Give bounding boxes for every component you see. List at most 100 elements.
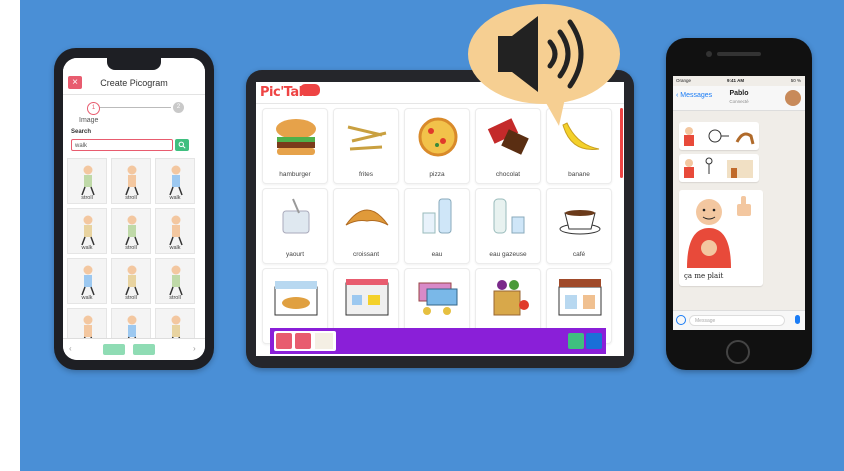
- delete-button[interactable]: [276, 333, 292, 349]
- pictogram-label: banane: [568, 171, 590, 178]
- coffee-icon: [559, 210, 601, 235]
- message-pictogram-3: ça me plait: [679, 190, 763, 286]
- message-composer: Message: [673, 310, 805, 330]
- footer-button-2[interactable]: [133, 344, 155, 355]
- speech-bubble: [468, 4, 620, 104]
- app-logo: Pic'Talk: [260, 85, 311, 100]
- picogram-label: stroll: [81, 195, 93, 201]
- step-1[interactable]: 1: [87, 102, 100, 115]
- picogram-cell[interactable]: stroll: [67, 158, 107, 204]
- pictogram-label: café: [572, 251, 586, 258]
- pictogram-label: eau: [431, 251, 443, 258]
- picogram-cell[interactable]: walk: [155, 158, 195, 204]
- message-input[interactable]: Message: [689, 315, 785, 326]
- copy-button[interactable]: [586, 333, 602, 349]
- scrollbar[interactable]: [620, 108, 623, 178]
- hamburger-icon: [276, 119, 316, 155]
- chocolate-icon: [487, 118, 529, 155]
- pictogram-card[interactable]: café: [546, 188, 612, 264]
- pictogram-card[interactable]: eau gazeuse: [475, 188, 541, 264]
- fries-thumbnail-icon: [315, 333, 333, 349]
- message-pictogram-2: [679, 154, 759, 182]
- footer-button-1[interactable]: [103, 344, 125, 355]
- battery: 50 %: [790, 78, 801, 83]
- bakery-icon: [274, 281, 318, 316]
- status-bar: Orange 9:41 AM 50 %: [673, 76, 805, 86]
- picogram-cell[interactable]: stroll: [111, 258, 151, 304]
- picogram-label: walk: [169, 245, 181, 251]
- left-phone: × Create Picogram 1 2 Image Search walk …: [54, 48, 214, 370]
- carrier: Orange: [676, 78, 692, 83]
- speaker-volume-icon: [498, 16, 584, 92]
- speak-button[interactable]: [568, 333, 584, 349]
- pictogram-card[interactable]: yaourt: [262, 188, 328, 264]
- picogram-label: stroll: [125, 245, 137, 251]
- camera-icon: [706, 51, 712, 57]
- pictogram-card[interactable]: pizza: [404, 108, 470, 184]
- picogram-cell[interactable]: walk: [67, 258, 107, 304]
- pictogram-card[interactable]: frites: [333, 108, 399, 184]
- bride-walk-icon: [169, 215, 183, 246]
- picogram-cell[interactable]: stroll: [155, 258, 195, 304]
- camera-button-icon[interactable]: [676, 315, 686, 325]
- fries-icon: [347, 125, 387, 151]
- shop-icon: [345, 279, 389, 316]
- croissant-icon: [345, 209, 389, 226]
- groceries-icon: [493, 280, 529, 316]
- search-label: Search: [71, 129, 92, 135]
- picogram-label: stroll: [125, 195, 137, 201]
- tablet: Pic'Talk hamburger frites pizza chocolat ban…: [246, 70, 634, 368]
- prev-arrow-icon[interactable]: ‹: [69, 344, 72, 353]
- wheelchair-stroll-icon: [125, 265, 139, 296]
- message-caption: ça me plait: [684, 272, 724, 280]
- step-label: Image: [79, 117, 99, 124]
- sparkling-water-icon: [493, 198, 525, 234]
- pictogram-card[interactable]: croissant: [333, 188, 399, 264]
- store-icon: [558, 279, 602, 316]
- water-icon: [422, 198, 452, 234]
- stepper-line: [95, 107, 171, 108]
- chat-header: ‹ Messages Pablo Connecté: [673, 86, 805, 111]
- messages-screen: Orange 9:41 AM 50 % ‹ Messages Pablo Con…: [673, 76, 805, 330]
- right-phone: Orange 9:41 AM 50 % ‹ Messages Pablo Con…: [666, 38, 812, 370]
- picogram-label: stroll: [169, 295, 181, 301]
- person-walking-blue-icon: [81, 215, 95, 246]
- home-button[interactable]: [726, 340, 750, 364]
- left-white-strip: [0, 0, 20, 471]
- phone-notch: [107, 58, 161, 70]
- search-button[interactable]: [175, 139, 189, 151]
- search-icon: [178, 141, 186, 149]
- pictogram-card[interactable]: eau: [404, 188, 470, 264]
- money-icon: [418, 282, 458, 315]
- picogram-footer: ‹ ›: [63, 338, 205, 360]
- picogram-label: walk: [81, 245, 93, 251]
- pictogram-label: croissant: [352, 251, 379, 258]
- shop-stroll-icon: [169, 265, 183, 296]
- picogram-cell[interactable]: stroll: [111, 158, 151, 204]
- clock: 9:41 AM: [727, 78, 745, 83]
- stick-figure-walk-icon: [169, 165, 183, 196]
- step-2[interactable]: 2: [173, 102, 184, 113]
- avatar[interactable]: [785, 90, 801, 106]
- like-pictogram-icon: [687, 196, 751, 268]
- pizza-icon: [418, 117, 458, 157]
- clear-button[interactable]: [295, 333, 311, 349]
- picogram-cell[interactable]: walk: [155, 208, 195, 254]
- pictogram-label: chocolat: [495, 171, 521, 178]
- page-title: Create Picogram: [100, 78, 168, 88]
- yogurt-icon: [282, 198, 310, 234]
- pictogram-label: yaourt: [285, 251, 305, 258]
- person-walk-icon: [81, 265, 95, 296]
- pictogram-card[interactable]: chocolat: [475, 108, 541, 184]
- next-arrow-icon[interactable]: ›: [193, 344, 196, 353]
- pictogram-label: pizza: [429, 171, 445, 178]
- pictogram-label: eau gazeuse: [489, 251, 527, 258]
- microphone-icon[interactable]: [795, 315, 800, 324]
- picogram-cell[interactable]: stroll: [111, 208, 151, 254]
- search-input[interactable]: walk: [71, 139, 173, 151]
- picogram-cell[interactable]: walk: [67, 208, 107, 254]
- stepper: 1 2 Image: [73, 100, 195, 124]
- pictogram-sentence-icon: [684, 157, 753, 178]
- pictogram-label: hamburger: [279, 171, 311, 178]
- pictogram-card[interactable]: hamburger: [262, 108, 328, 184]
